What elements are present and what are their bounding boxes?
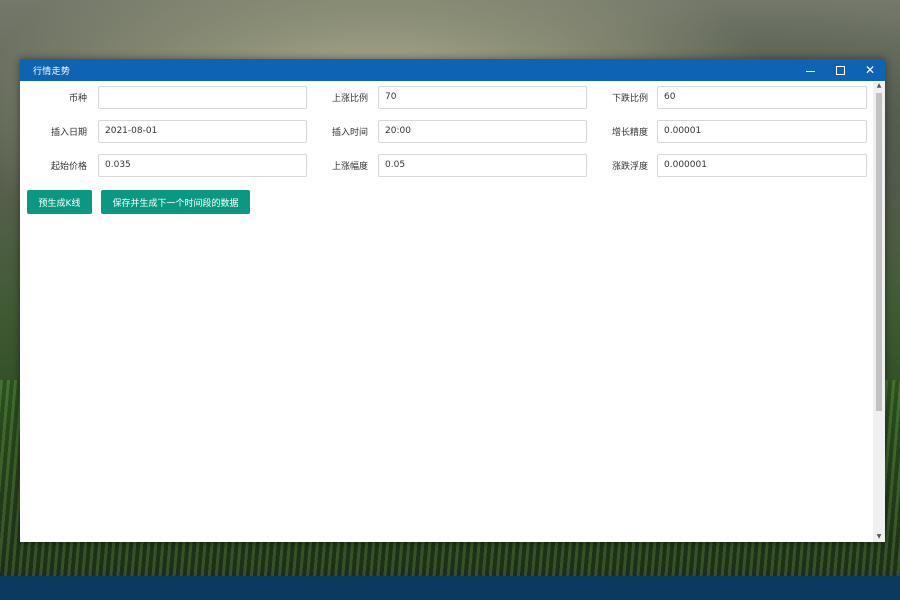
currency-label: 币种 xyxy=(68,94,87,104)
vertical-scrollbar[interactable]: ▲ ▼ xyxy=(873,81,885,542)
pregenerate-kline-button[interactable]: 预生成K线 xyxy=(27,190,92,214)
insert-date-label: 插入日期 xyxy=(50,128,87,138)
fluctuation-label: 涨跌浮度 xyxy=(611,162,648,172)
fluctuation-input[interactable]: 0.000001 xyxy=(657,154,867,177)
fall-ratio-label: 下跌比例 xyxy=(611,94,648,104)
insert-time-label: 插入时间 xyxy=(331,128,368,138)
scroll-thumb[interactable] xyxy=(876,93,882,411)
rise-ratio-input[interactable]: 70 xyxy=(378,86,587,109)
window-controls: ✕ xyxy=(795,59,885,81)
title-bar[interactable]: 行情走势 ✕ xyxy=(20,59,885,81)
form-area: 币种 上涨比例 70 下跌比例 60 插入日期 2021-08-01 插入时间 … xyxy=(20,81,873,542)
insert-date-input[interactable]: 2021-08-01 xyxy=(98,120,307,143)
start-price-label: 起始价格 xyxy=(50,162,87,172)
rise-amplitude-label: 上涨幅度 xyxy=(331,162,368,172)
scroll-down-icon[interactable]: ▼ xyxy=(873,532,885,542)
close-button[interactable]: ✕ xyxy=(855,59,885,81)
window-title: 行情走势 xyxy=(33,66,71,77)
rise-ratio-label: 上涨比例 xyxy=(331,94,368,104)
minimize-button[interactable] xyxy=(795,59,825,81)
growth-precision-input[interactable]: 0.00001 xyxy=(657,120,867,143)
currency-input[interactable] xyxy=(98,86,307,109)
taskbar xyxy=(0,576,900,600)
fall-ratio-input[interactable]: 60 xyxy=(657,86,867,109)
form-row-3: 起始价格 0.035 上涨幅度 0.05 涨跌浮度 0.000001 xyxy=(20,154,873,180)
growth-precision-label: 增长精度 xyxy=(611,128,648,138)
maximize-icon xyxy=(835,65,845,75)
close-icon: ✕ xyxy=(864,63,876,77)
start-price-input[interactable]: 0.035 xyxy=(98,154,307,177)
form-row-2: 插入日期 2021-08-01 插入时间 20:00 增长精度 0.00001 xyxy=(20,120,873,146)
form-row-1: 币种 上涨比例 70 下跌比例 60 xyxy=(20,86,873,112)
app-window: 行情走势 ✕ 币种 上涨比例 70 下跌比例 60 插入日期 2021-08-0… xyxy=(20,59,885,542)
maximize-button[interactable] xyxy=(825,59,855,81)
minimize-icon xyxy=(805,70,815,72)
rise-amplitude-input[interactable]: 0.05 xyxy=(378,154,587,177)
scroll-up-icon[interactable]: ▲ xyxy=(873,81,885,91)
save-and-generate-next-button[interactable]: 保存并生成下一个时间段的数据 xyxy=(101,190,250,214)
insert-time-input[interactable]: 20:00 xyxy=(378,120,587,143)
